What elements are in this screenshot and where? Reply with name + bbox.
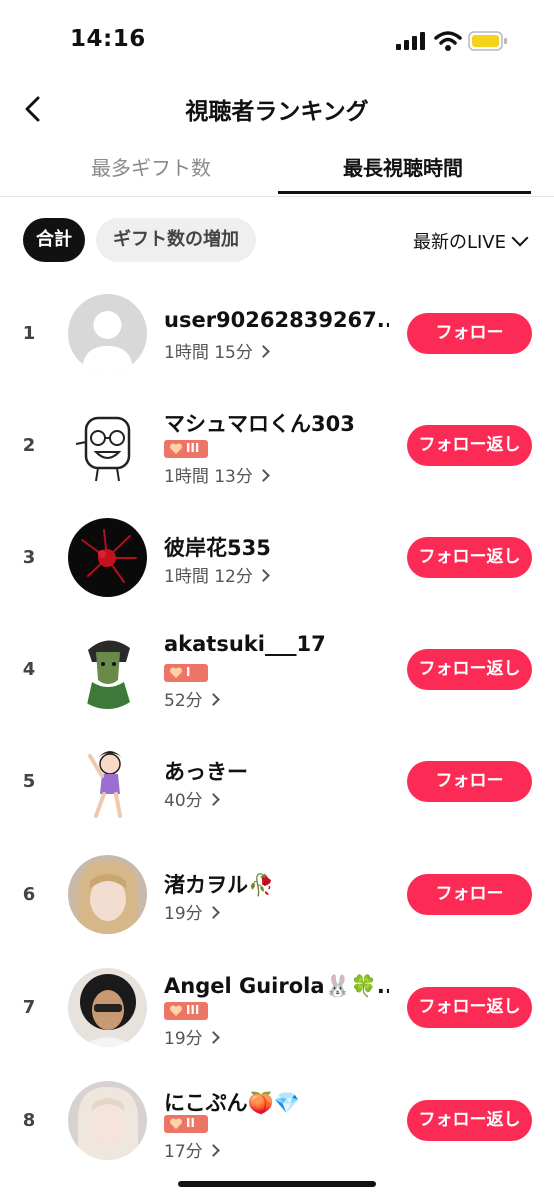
sort-label: 最新のLIVE — [412, 232, 506, 253]
viewer-name[interactable]: 彼岸花535 — [164, 532, 271, 562]
viewer-row[interactable]: 6 渚カヲル🥀 19分 フォロー — [0, 839, 554, 951]
chevron-right-icon — [206, 693, 220, 706]
dancer-illustration-image — [68, 742, 147, 821]
avatar-default[interactable] — [68, 294, 147, 373]
avatar-photo[interactable] — [68, 1081, 147, 1160]
fan-level-badge: III — [164, 1002, 208, 1020]
chevron-right-icon — [256, 345, 270, 358]
fan-level-badge: III — [164, 440, 208, 458]
person-photo-image — [68, 1081, 147, 1160]
viewer-name[interactable]: マシュマロくん303 — [164, 408, 355, 438]
viewer-row[interactable]: 1 user90262839267... 1時間 15分 フォロー — [0, 278, 554, 390]
viewer-row[interactable]: 2 マシュマロくん303 III 1時間 13分 フォロー返し — [0, 390, 554, 502]
watch-duration[interactable]: 1時間 13分 — [164, 462, 270, 487]
chevron-right-icon — [206, 1031, 220, 1044]
viewer-row[interactable]: 5 あっきー 40分 フォロー — [0, 726, 554, 838]
watch-duration[interactable]: 1時間 15分 — [164, 338, 270, 363]
viewer-name[interactable]: Angel Guirola🐰🍀... — [164, 974, 389, 999]
heart-icon — [169, 1005, 183, 1016]
follow-button[interactable]: フォロー — [407, 761, 532, 802]
person-photo-image — [68, 968, 147, 1047]
heart-icon — [169, 443, 183, 454]
chevron-down-icon — [511, 229, 529, 247]
chevron-right-icon — [256, 469, 270, 482]
viewer-name[interactable]: 渚カヲル🥀 — [164, 869, 274, 899]
avatar-red-flower[interactable] — [68, 518, 147, 597]
fan-level-badge: II — [164, 1115, 208, 1133]
follow-back-button[interactable]: フォロー返し — [407, 649, 532, 690]
follow-back-button[interactable]: フォロー返し — [407, 1100, 532, 1141]
tab-bar: 最多ギフト数 最長視聴時間 — [0, 140, 554, 197]
avatar-photo[interactable] — [68, 968, 147, 1047]
filter-chip-gift-increase[interactable]: ギフト数の増加 — [96, 218, 256, 262]
viewer-name[interactable]: user90262839267... — [164, 308, 389, 332]
watch-duration[interactable]: 19分 — [164, 1024, 220, 1049]
page-title: 視聴者ランキング — [185, 99, 369, 125]
person-photo-image — [68, 855, 147, 934]
viewer-name[interactable]: akatsuki___17 — [164, 632, 326, 656]
rank-number: 8 — [22, 1110, 36, 1131]
default-user-icon — [68, 294, 147, 373]
rank-number: 4 — [22, 659, 36, 680]
filter-chip-total[interactable]: 合計 — [23, 218, 85, 262]
rank-number: 5 — [22, 771, 36, 792]
avatar-photo[interactable] — [68, 855, 147, 934]
viewer-row[interactable]: 3 彼岸花535 1時間 12分 フォロー返し — [0, 502, 554, 614]
follow-back-button[interactable]: フォロー返し — [407, 537, 532, 578]
anime-character-image — [68, 630, 147, 709]
tab-longest-watch-time[interactable]: 最長視聴時間 — [278, 152, 528, 181]
follow-back-button[interactable]: フォロー返し — [407, 987, 532, 1028]
home-indicator[interactable] — [178, 1181, 376, 1187]
chevron-right-icon — [206, 1144, 220, 1157]
wifi-icon — [434, 31, 462, 51]
active-tab-indicator — [278, 191, 531, 194]
fan-level-badge: I — [164, 664, 208, 682]
watch-duration[interactable]: 52分 — [164, 686, 220, 711]
avatar-dancer-illustration[interactable] — [68, 742, 147, 821]
navigation-bar: 視聴者ランキング — [0, 80, 554, 136]
follow-back-button[interactable]: フォロー返し — [407, 425, 532, 466]
watch-duration[interactable]: 40分 — [164, 786, 220, 811]
heart-icon — [169, 1118, 183, 1129]
viewer-row[interactable]: 4 akatsuki___17 I 52分 フォロー返し — [0, 614, 554, 726]
doodle-face-icon — [68, 406, 147, 485]
rank-number: 3 — [22, 547, 36, 568]
watch-duration[interactable]: 19分 — [164, 899, 220, 924]
viewer-row[interactable]: 8 にこぷん🍑💎 II 17分 フォロー返し — [0, 1065, 554, 1177]
status-time: 14:16 — [70, 26, 146, 52]
tab-most-gifts[interactable]: 最多ギフト数 — [26, 152, 276, 181]
red-flower-image — [68, 518, 147, 597]
status-bar: 14:16 — [0, 0, 554, 80]
chevron-right-icon — [256, 569, 270, 582]
viewer-row[interactable]: 7 Angel Guirola🐰🍀... III 19分 フォロー返し — [0, 952, 554, 1064]
follow-button[interactable]: フォロー — [407, 874, 532, 915]
chevron-right-icon — [206, 906, 220, 919]
rank-number: 7 — [22, 997, 36, 1018]
sort-dropdown[interactable]: 最新のLIVE — [412, 228, 529, 254]
cellular-signal-icon — [396, 32, 425, 50]
heart-icon — [169, 667, 183, 678]
viewer-name[interactable]: にこぷん🍑💎 — [164, 1087, 300, 1117]
filter-bar: 合計 ギフト数の増加 最新のLIVE — [0, 216, 554, 266]
battery-icon — [468, 31, 507, 51]
follow-button[interactable]: フォロー — [407, 313, 532, 354]
watch-duration[interactable]: 1時間 12分 — [164, 562, 270, 587]
rank-number: 1 — [22, 323, 36, 344]
rank-number: 2 — [22, 435, 36, 456]
avatar-anime-character[interactable] — [68, 630, 147, 709]
viewer-name[interactable]: あっきー — [164, 756, 248, 786]
chevron-right-icon — [206, 793, 220, 806]
avatar-doodle[interactable] — [68, 406, 147, 485]
watch-duration[interactable]: 17分 — [164, 1137, 220, 1162]
rank-number: 6 — [22, 884, 36, 905]
